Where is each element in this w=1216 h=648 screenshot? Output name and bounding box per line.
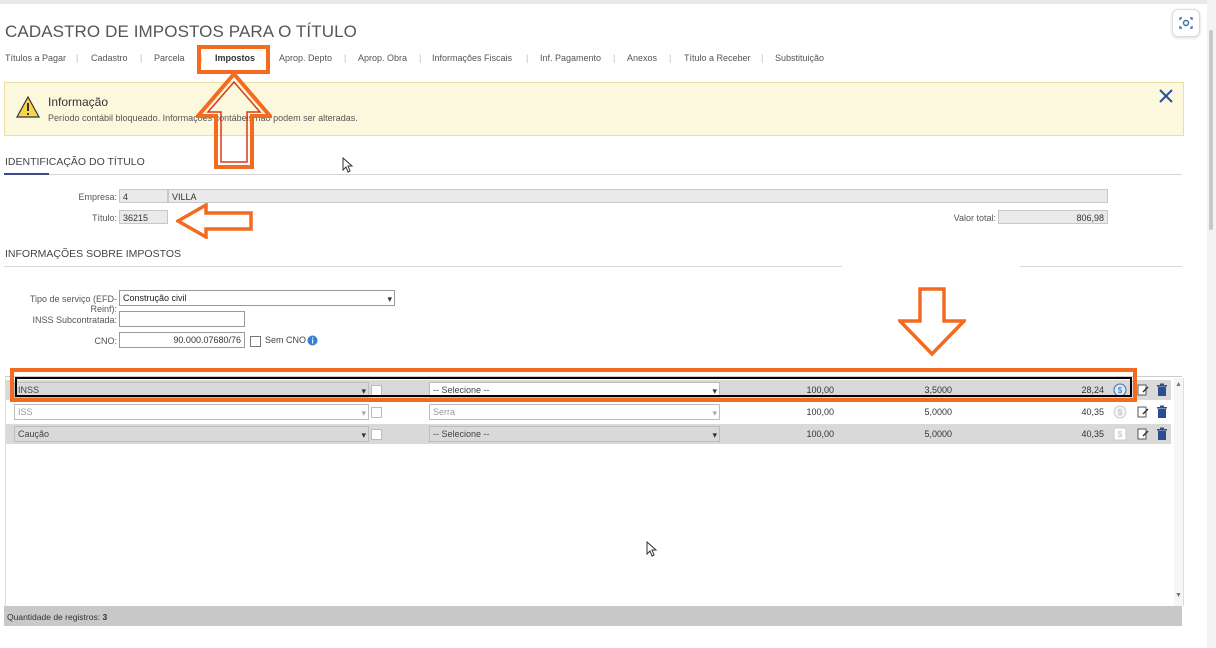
cno-label: CNO:: [94, 336, 118, 346]
row-checkbox[interactable]: [371, 429, 382, 440]
info-banner: Informação Período contábil bloqueado. I…: [4, 82, 1184, 136]
tab-inf-pagamento[interactable]: Inf. Pagamento: [540, 53, 601, 63]
cursor-icon: [342, 157, 354, 173]
screenshot-button[interactable]: [1172, 9, 1200, 37]
titulo-valor: 36215: [119, 210, 168, 224]
cursor-icon: [646, 541, 658, 557]
base-calculo: 100,00: [806, 429, 834, 439]
aliquota: 5,0000: [924, 407, 952, 417]
sem-cno-label: Sem CNO: [265, 335, 307, 345]
inss-subcontratada-input[interactable]: [119, 311, 245, 327]
imposto-select[interactable]: ISS ▾: [14, 404, 369, 420]
titulo-label: Título:: [91, 213, 117, 223]
tab-aprop-depto[interactable]: Aprop. Depto: [279, 53, 332, 63]
municipio-select[interactable]: Serra ▾: [429, 404, 720, 420]
grid-scrollbar[interactable]: ▲ ▼: [1174, 378, 1183, 606]
base-calculo: 100,00: [806, 407, 834, 417]
highlight-tab-impostos: [197, 45, 270, 74]
page-title: CADASTRO DE IMPOSTOS PARA O TÍTULO: [5, 22, 357, 41]
empresa-nome: VILLA: [168, 189, 1108, 203]
valor-total-label: Valor total:: [953, 213, 996, 223]
grid-footer: Quantidade de registros: 3: [4, 606, 1182, 626]
table-row[interactable]: Caução ▾ -- Selecione -- ▾ 100,00 5,0000 4…: [6, 424, 1171, 444]
edit-document-icon[interactable]: [1136, 383, 1150, 397]
municipio-select[interactable]: -- Selecione -- ▾: [429, 426, 720, 442]
details-icon[interactable]: $: [1113, 405, 1127, 419]
divider: [4, 266, 842, 267]
sem-cno-checkbox[interactable]: [250, 336, 261, 347]
aliquota: 5,0000: [924, 429, 952, 439]
row-checkbox[interactable]: [371, 407, 382, 418]
tab-parcela[interactable]: Parcela: [154, 53, 185, 63]
tipo-servico-select[interactable]: Construção civil ▾: [119, 290, 395, 306]
section-title-identificacao: IDENTIFICAÇÃO DO TÍTULO: [5, 156, 145, 168]
record-count-label: Quantidade de registros:: [7, 612, 101, 622]
section-accent: [4, 173, 49, 175]
empresa-codigo: 4: [119, 189, 168, 203]
info-icon[interactable]: [307, 335, 318, 346]
down-arrow-annotation: [898, 287, 966, 357]
tab-cadastro[interactable]: Cadastro: [91, 53, 128, 63]
svg-text:$: $: [1118, 408, 1123, 417]
tab-aprop-obra[interactable]: Aprop. Obra: [358, 53, 407, 63]
chevron-down-icon: ▾: [387, 294, 392, 304]
svg-text:$: $: [1118, 430, 1123, 439]
tab-substituicao[interactable]: Substituição: [775, 53, 824, 63]
inss-subcontratada-label: INSS Subcontratada:: [32, 315, 117, 325]
trash-icon[interactable]: [1155, 427, 1169, 441]
edit-document-icon[interactable]: [1136, 427, 1150, 441]
valor-imposto: 40,35: [1081, 407, 1104, 417]
left-arrow-annotation: [176, 203, 253, 239]
tab-informacoes-fiscais[interactable]: Informações Fiscais: [432, 53, 512, 63]
trash-icon[interactable]: [1155, 383, 1169, 397]
section-title-impostos: INFORMAÇÕES SOBRE IMPOSTOS: [5, 248, 181, 260]
divider: [4, 174, 1182, 175]
valor-total: 806,98: [998, 210, 1108, 224]
imposto-select[interactable]: Caução ▾: [14, 426, 369, 442]
table-row[interactable]: ISS ▾ Serra ▾ 100,00 5,0000 40,35 $: [6, 402, 1171, 422]
details-icon[interactable]: $: [1113, 427, 1127, 441]
empresa-label: Empresa:: [78, 192, 117, 202]
tab-anexos[interactable]: Anexos: [627, 53, 657, 63]
cno-input[interactable]: 90.000.07680/76: [119, 332, 245, 348]
tipo-servico-label: Tipo de serviço (EFD-Reinf):: [29, 294, 117, 314]
record-count: 3: [102, 612, 108, 622]
focus-camera-icon: [1179, 17, 1193, 29]
tab-titulos-a-pagar[interactable]: Títulos a Pagar: [5, 53, 66, 63]
up-arrow-annotation: [196, 72, 272, 169]
highlight-inss-row-inner: [15, 377, 1132, 397]
warning-icon: [16, 96, 40, 118]
tab-titulo-a-receber[interactable]: Título a Receber: [684, 53, 751, 63]
divider: [1020, 266, 1182, 267]
valor-imposto: 40,35: [1081, 429, 1104, 439]
top-strip: [0, 0, 1216, 4]
trash-icon[interactable]: [1155, 405, 1169, 419]
page-scrollbar[interactable]: [1207, 0, 1216, 648]
info-title: Informação: [48, 95, 109, 109]
edit-document-icon[interactable]: [1136, 405, 1150, 419]
close-icon[interactable]: [1157, 87, 1175, 105]
impostos-grid: INSS ▾ -- Selecione -- ▾ 100,00 3,5000 28,…: [5, 378, 1184, 606]
